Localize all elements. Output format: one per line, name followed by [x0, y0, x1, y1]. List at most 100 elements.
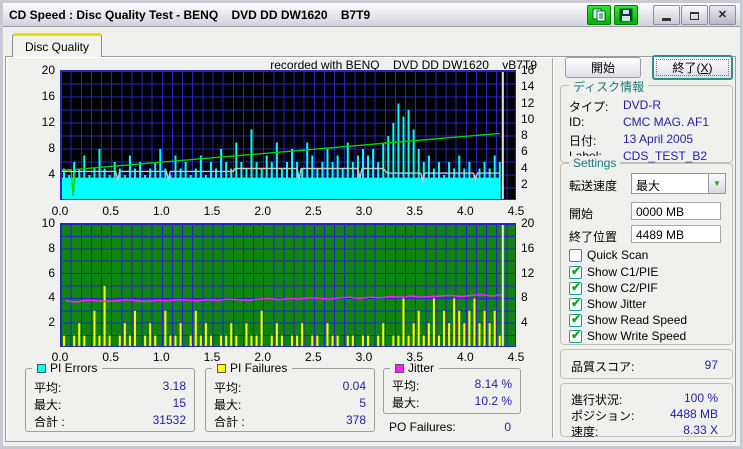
start-button[interactable]: 開始 — [565, 57, 641, 78]
stat-value: 15 — [172, 396, 186, 410]
tab-disc-quality[interactable]: Disc Quality — [12, 33, 103, 57]
copy-to-clipboard-button[interactable] — [587, 4, 611, 25]
checkbox-box-icon[interactable]: ✔ — [569, 263, 582, 279]
settings-title: Settings — [569, 156, 621, 170]
save-button[interactable] — [614, 4, 638, 25]
progress-label: 速度: — [571, 425, 599, 439]
stat-row: 最大: 5 — [214, 396, 366, 412]
x-tick-label: 1.0 — [152, 350, 170, 364]
checkbox-show-jitter[interactable]: ✔ Show Jitter — [569, 295, 646, 311]
minimize-button[interactable] — [653, 4, 680, 25]
jitter-marker-icon — [395, 363, 404, 373]
y-tick-label: 6 — [48, 265, 55, 280]
y-tick-label: 14 — [521, 79, 535, 94]
y-tick-label: 12 — [521, 265, 535, 280]
window-title: CD Speed : Disc Quality Test - BENQ DVD … — [9, 7, 371, 22]
info-label: 日付: — [569, 134, 597, 148]
jitter-stats-box: Jitter 平均: 8.14 % 最大: 10.2 % — [383, 361, 521, 414]
x-tick-label: 3.0 — [355, 350, 373, 364]
check-icon: ✔ — [571, 263, 582, 278]
end-position-label: 終了位置 — [569, 230, 618, 244]
y-tick-label: 4 — [521, 160, 528, 175]
quality-score-row: 品質スコア: 97 — [571, 358, 718, 374]
progress-value: 100 % — [683, 391, 718, 405]
stat-label: 合計 : — [214, 415, 245, 429]
check-icon: ✔ — [571, 327, 582, 342]
close-button[interactable]: ✕ — [709, 4, 736, 25]
checkbox-label: Show Read Speed — [587, 313, 688, 327]
checkbox-show-c2-pif[interactable]: ✔ Show C2/PIF — [569, 280, 658, 295]
stat-label: 合計 : — [34, 415, 65, 429]
x-tick-label: 3.0 — [355, 204, 373, 218]
checkbox-label: Quick Scan — [587, 248, 649, 262]
stat-value: 10.2 % — [474, 394, 512, 408]
transfer-speed-value: 最大 — [636, 179, 661, 193]
stat-value: 8.14 % — [474, 377, 512, 391]
checkbox-show-read-speed[interactable]: ✔ Show Read Speed — [569, 312, 688, 327]
x-tick-label: 4.0 — [456, 204, 474, 218]
transfer-speed-select[interactable]: 最大 ▼ — [631, 173, 726, 194]
start-position-field[interactable]: 0000 MB — [631, 202, 721, 220]
jitter-legend: Jitter — [390, 361, 440, 375]
x-tick-label: 1.0 — [152, 204, 170, 218]
top-chart-right-axis: 2 4 6 8 10 12 14 16 — [518, 64, 540, 200]
checkbox-box-icon[interactable]: ✔ — [569, 280, 582, 295]
y-tick-label: 8 — [48, 240, 55, 255]
exit-button[interactable]: 終了(X) — [652, 55, 733, 80]
info-value: 13 April 2005 — [623, 132, 694, 146]
y-tick-label: 16 — [521, 240, 535, 255]
checkbox-show-write-speed[interactable]: ✔ Show Write Speed — [569, 327, 687, 343]
disc-info-title: ディスク情報 — [569, 78, 649, 95]
progress-row: 速度: 8.33 X — [571, 423, 718, 439]
progress-label: ポジション: — [571, 409, 635, 423]
x-tick-label: 4.0 — [456, 350, 474, 364]
stat-row: 平均: 3.18 — [34, 379, 186, 395]
progress-value: 8.33 X — [683, 423, 718, 437]
checkbox-box-icon[interactable]: ✔ — [569, 312, 582, 327]
minimize-icon — [662, 17, 671, 21]
y-tick-label: 4 — [521, 315, 528, 330]
checkbox-show-c1-pie[interactable]: ✔ Show C1/PIE — [569, 263, 659, 279]
checkbox-box-icon[interactable]: ✔ — [569, 327, 582, 343]
title-bar[interactable]: CD Speed : Disc Quality Test - BENQ DVD … — [3, 3, 740, 27]
panel-divider — [552, 58, 554, 438]
end-position-field[interactable]: 4489 MB — [631, 225, 721, 243]
info-label: タイプ: — [569, 100, 609, 114]
pi-failures-stats-box: PI Failures 平均: 0.04 最大: 5 合計 : 378 — [205, 361, 375, 432]
checkbox-label: Show Write Speed — [587, 329, 687, 343]
start-position-label: 開始 — [569, 207, 594, 221]
y-tick-label: 6 — [521, 144, 528, 159]
stat-row: 合計 : 31532 — [34, 413, 186, 429]
checkbox-box-icon[interactable]: ✔ — [569, 295, 582, 311]
pi-errors-title: PI Errors — [50, 361, 98, 375]
check-icon: ✔ — [571, 295, 582, 310]
progress-row: 進行状況: 100 % — [571, 391, 718, 407]
checkbox-label: Show C1/PIE — [587, 265, 659, 279]
po-failures-row: PO Failures: 0 — [383, 420, 521, 434]
checkbox-quick-scan[interactable]: Quick Scan — [569, 248, 648, 262]
maximize-button[interactable] — [681, 4, 708, 25]
bottom-chart-left-axis: 2 4 6 8 10 — [29, 217, 58, 347]
pi-failures-jitter-chart — [60, 223, 516, 347]
client-area: Disc Quality recorded with BENQ DVD DD D… — [3, 27, 740, 446]
chevron-down-icon[interactable]: ▼ — [708, 174, 725, 193]
y-tick-label: 16 — [521, 63, 535, 77]
pi-failures-marker-icon — [217, 363, 226, 373]
stat-row: 平均: 8.14 % — [392, 377, 512, 393]
x-tick-label: 2.0 — [254, 204, 271, 218]
pi-errors-stats-box: PI Errors 平均: 3.18 最大: 15 合計 : 31532 — [25, 361, 195, 432]
y-tick-label: 8 — [48, 141, 55, 155]
y-tick-label: 8 — [521, 128, 528, 142]
y-tick-label: 10 — [41, 216, 55, 230]
po-failures-value: 0 — [504, 420, 511, 434]
y-tick-label: 8 — [521, 290, 528, 305]
info-value: CDS_TEST_B2 — [623, 149, 708, 163]
y-tick-label: 4 — [48, 167, 55, 181]
x-tick-label: 4.5 — [507, 350, 525, 364]
progress-label: 進行状況: — [571, 393, 623, 407]
pi-errors-chart — [60, 70, 516, 200]
checkbox-box-icon[interactable] — [569, 248, 582, 262]
pi-errors-legend: PI Errors — [32, 361, 103, 375]
stat-value: 0.04 — [342, 379, 366, 393]
bottom-chart-right-axis: 4 8 12 16 20 — [518, 217, 540, 347]
